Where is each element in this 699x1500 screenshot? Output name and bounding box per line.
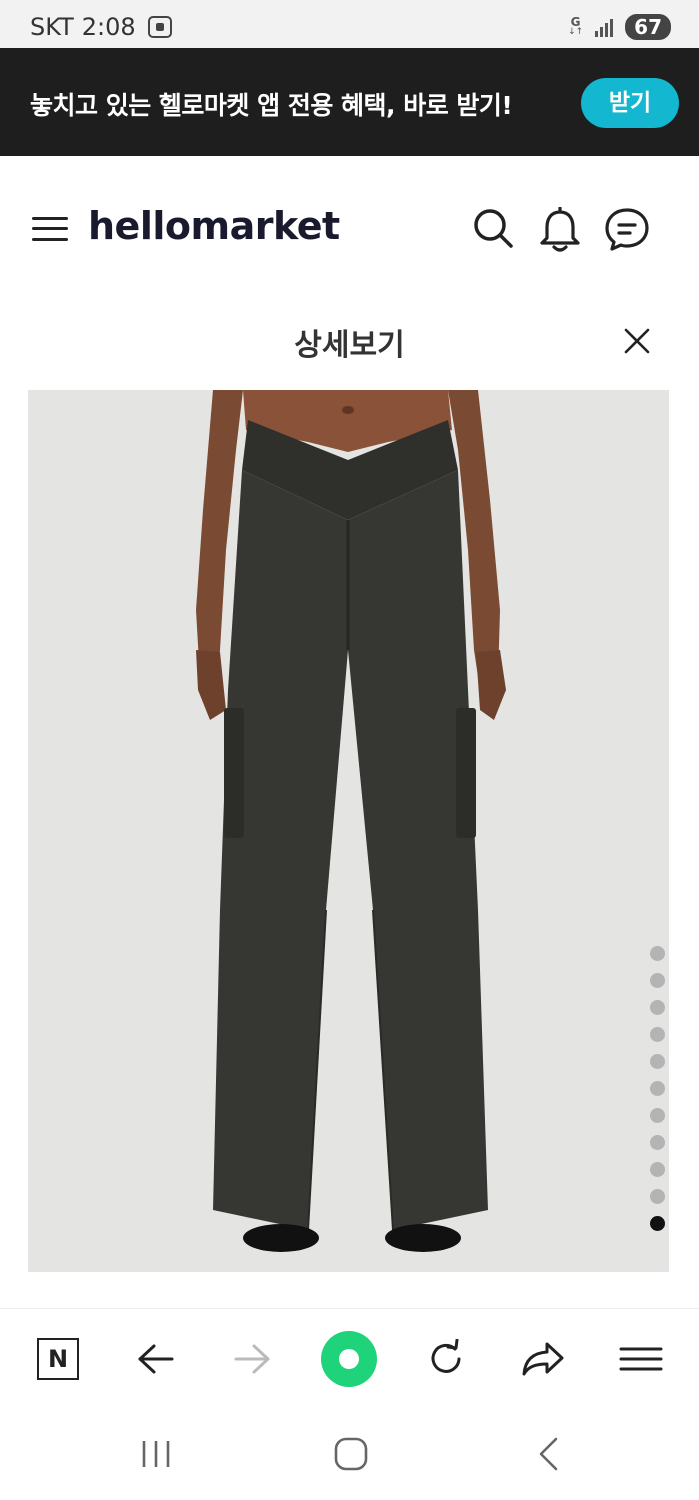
naver-label: N bbox=[37, 1338, 79, 1380]
carousel-dot[interactable] bbox=[650, 1162, 665, 1177]
naver-n-icon[interactable]: N bbox=[28, 1329, 88, 1389]
carousel-dot-active[interactable] bbox=[650, 1216, 665, 1231]
carousel-dot[interactable] bbox=[650, 1135, 665, 1150]
site-header: hellomarket bbox=[0, 156, 699, 296]
carousel-dot[interactable] bbox=[650, 1000, 665, 1015]
hamburger-menu-icon[interactable] bbox=[611, 1329, 671, 1389]
share-icon[interactable] bbox=[513, 1329, 573, 1389]
network-type-label: G bbox=[570, 15, 581, 29]
green-dot-home-icon[interactable] bbox=[319, 1329, 379, 1389]
hellomarket-logo[interactable]: hellomarket bbox=[88, 204, 340, 248]
app-promo-banner: 놓치고 있는 헬로마켓 앱 전용 혜택, 바로 받기! 받기 bbox=[0, 48, 699, 156]
carousel-dot[interactable] bbox=[650, 973, 665, 988]
back-arrow-icon[interactable] bbox=[126, 1329, 186, 1389]
status-right: G ↓↑ 67 bbox=[568, 14, 671, 40]
carrier-label: SKT bbox=[30, 13, 74, 41]
clock: 2:08 bbox=[81, 13, 136, 41]
product-image[interactable] bbox=[28, 390, 669, 1272]
system-nav-bar bbox=[0, 1408, 699, 1500]
recent-apps-icon[interactable] bbox=[131, 1433, 181, 1475]
image-carousel-indicator bbox=[650, 946, 666, 1243]
back-icon[interactable] bbox=[523, 1433, 573, 1475]
bell-icon[interactable] bbox=[538, 206, 580, 252]
screen-capture-icon bbox=[147, 16, 172, 38]
carousel-dot[interactable] bbox=[650, 1054, 665, 1069]
network-indicator-icon: G ↓↑ bbox=[568, 15, 584, 37]
search-icon[interactable] bbox=[472, 207, 514, 249]
forward-arrow-icon[interactable] bbox=[222, 1329, 282, 1389]
refresh-icon[interactable] bbox=[416, 1329, 476, 1389]
battery-indicator: 67 bbox=[625, 14, 671, 40]
carousel-dot[interactable] bbox=[650, 1081, 665, 1096]
promo-text: 놓치고 있는 헬로마켓 앱 전용 혜택, 바로 받기! bbox=[30, 91, 513, 120]
carousel-dot[interactable] bbox=[650, 1108, 665, 1123]
browser-toolbar: N bbox=[0, 1308, 699, 1408]
status-left: SKT 2:08 bbox=[30, 13, 172, 41]
page-title: 상세보기 bbox=[294, 328, 405, 363]
status-bar: SKT 2:08 G ↓↑ 67 bbox=[0, 0, 699, 48]
close-icon[interactable] bbox=[624, 328, 650, 354]
menu-icon[interactable] bbox=[32, 213, 68, 243]
home-icon[interactable] bbox=[326, 1433, 376, 1475]
get-app-button[interactable]: 받기 bbox=[581, 78, 679, 128]
carousel-dot[interactable] bbox=[650, 1189, 665, 1204]
carousel-dot[interactable] bbox=[650, 1027, 665, 1042]
carousel-dot[interactable] bbox=[650, 946, 665, 961]
chat-icon[interactable] bbox=[604, 207, 649, 251]
signal-icon bbox=[595, 17, 614, 37]
